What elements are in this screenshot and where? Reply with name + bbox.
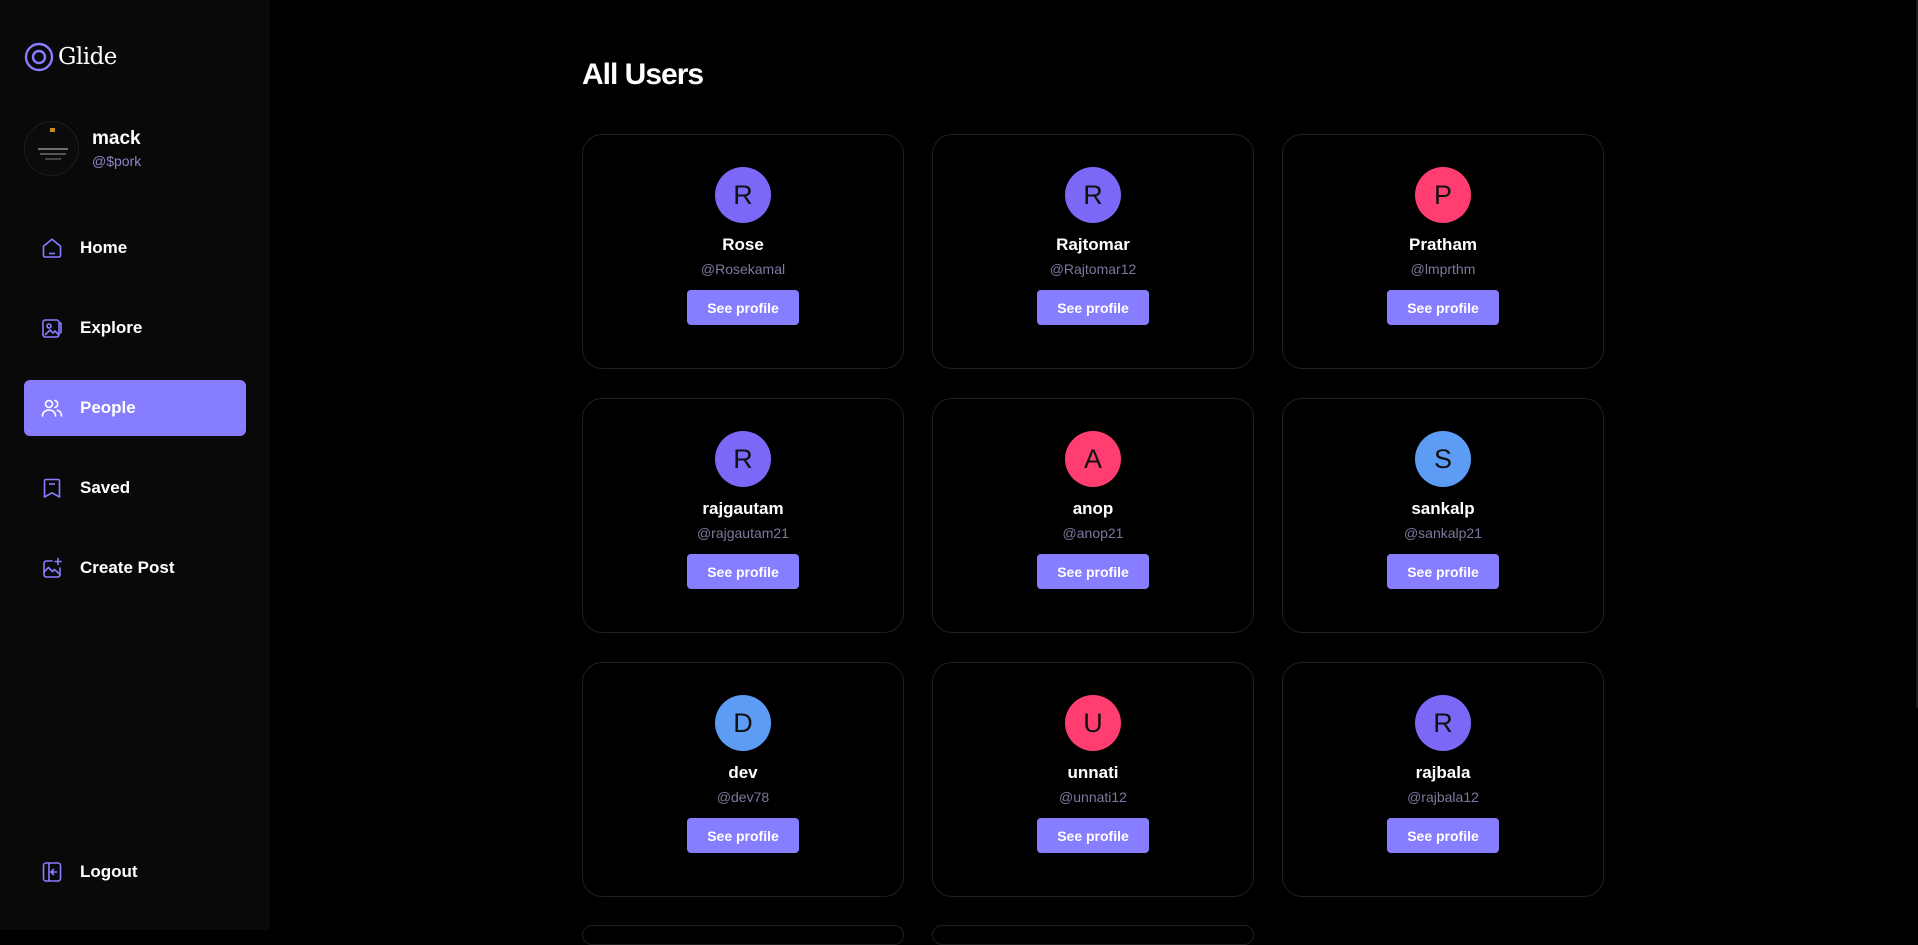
sidebar-item-label: Explore [80, 318, 143, 337]
page-title: All Users [582, 58, 704, 91]
see-profile-button[interactable]: See profile [1387, 818, 1499, 853]
user-avatar: D [715, 695, 771, 751]
see-profile-button[interactable]: See profile [1037, 818, 1149, 853]
user-handle: @unnati12 [1059, 789, 1127, 805]
logout-icon [42, 862, 62, 882]
user-name: rajgautam [702, 499, 784, 518]
sidebar-nav: Home Explore People Saved Create Post [24, 220, 246, 620]
app-logo[interactable]: Glide [24, 42, 117, 72]
user-handle: @sankalp21 [1403, 525, 1483, 541]
logout-button[interactable]: Logout [24, 844, 246, 900]
sidebar-item-label: Saved [80, 478, 131, 497]
sidebar-item-home[interactable]: Home [24, 220, 246, 276]
see-profile-button[interactable]: See profile [1037, 554, 1149, 589]
user-name: rajbala [1415, 763, 1471, 782]
see-profile-button[interactable]: See profile [687, 818, 799, 853]
user-avatar: S [1415, 431, 1471, 487]
sidebar-item-label: People [80, 398, 136, 417]
create-post-icon [43, 557, 62, 578]
home-icon [42, 238, 62, 258]
see-profile-button[interactable]: See profile [1037, 290, 1149, 325]
sidebar-item-create-post[interactable]: Create Post [24, 540, 246, 596]
sidebar-item-explore[interactable]: Explore [24, 300, 246, 356]
user-handle: @lmprthm [1410, 261, 1476, 277]
glide-logo-icon [24, 42, 54, 72]
avatar [24, 121, 79, 176]
sidebar-item-label: Home [80, 238, 128, 257]
user-handle: @anop21 [1062, 525, 1124, 541]
user-avatar: R [1065, 167, 1121, 223]
user-name: dev [728, 763, 758, 782]
user-card: R rajbala @rajbala12 See profile [1282, 662, 1604, 897]
app-name: Glide [58, 44, 117, 70]
user-card-partial [582, 925, 904, 945]
user-name: unnati [1067, 763, 1119, 782]
user-card: D dev @dev78 See profile [582, 662, 904, 897]
see-profile-button[interactable]: See profile [687, 290, 799, 325]
user-avatar: U [1065, 695, 1121, 751]
user-name: Rose [722, 235, 764, 254]
user-profile[interactable]: mack @$pork [24, 121, 141, 176]
user-avatar: R [1415, 695, 1471, 751]
sidebar: Glide mack @$pork Home Explore People Sa… [0, 0, 270, 930]
people-icon [41, 399, 63, 417]
user-avatar: R [715, 431, 771, 487]
user-name: anop [1072, 499, 1114, 518]
user-card: A anop @anop21 See profile [932, 398, 1254, 633]
user-card: R Rajtomar @Rajtomar12 See profile [932, 134, 1254, 369]
user-handle: @Rosekamal [700, 261, 786, 277]
explore-icon [42, 319, 62, 338]
user-handle: @dev78 [716, 789, 770, 805]
user-name: Pratham [1408, 235, 1478, 254]
user-card: R rajgautam @rajgautam21 See profile [582, 398, 904, 633]
user-name: sankalp [1411, 499, 1475, 518]
profile-handle: @$pork [92, 152, 142, 169]
user-card: R Rose @Rosekamal See profile [582, 134, 904, 369]
see-profile-button[interactable]: See profile [1387, 554, 1499, 589]
sidebar-item-saved[interactable]: Saved [24, 460, 246, 516]
see-profile-button[interactable]: See profile [1387, 290, 1499, 325]
user-handle: @Rajtomar12 [1049, 261, 1137, 277]
bookmark-icon [43, 478, 61, 498]
sidebar-item-label: Create Post [80, 558, 175, 577]
users-grid: R Rose @Rosekamal See profile R Rajtomar… [582, 134, 1607, 897]
user-card: S sankalp @sankalp21 See profile [1282, 398, 1604, 633]
user-handle: @rajbala12 [1407, 789, 1479, 805]
user-handle: @rajgautam21 [696, 525, 790, 541]
user-card-partial [932, 925, 1254, 945]
user-card: U unnati @unnati12 See profile [932, 662, 1254, 897]
user-name: Rajtomar [1056, 235, 1130, 254]
user-card: P Pratham @lmprthm See profile [1282, 134, 1604, 369]
user-avatar: A [1065, 431, 1121, 487]
logout-label: Logout [80, 862, 138, 881]
user-avatar: R [715, 167, 771, 223]
user-avatar: P [1415, 167, 1471, 223]
see-profile-button[interactable]: See profile [687, 554, 799, 589]
profile-name: mack [92, 127, 141, 149]
sidebar-item-people[interactable]: People [24, 380, 246, 436]
